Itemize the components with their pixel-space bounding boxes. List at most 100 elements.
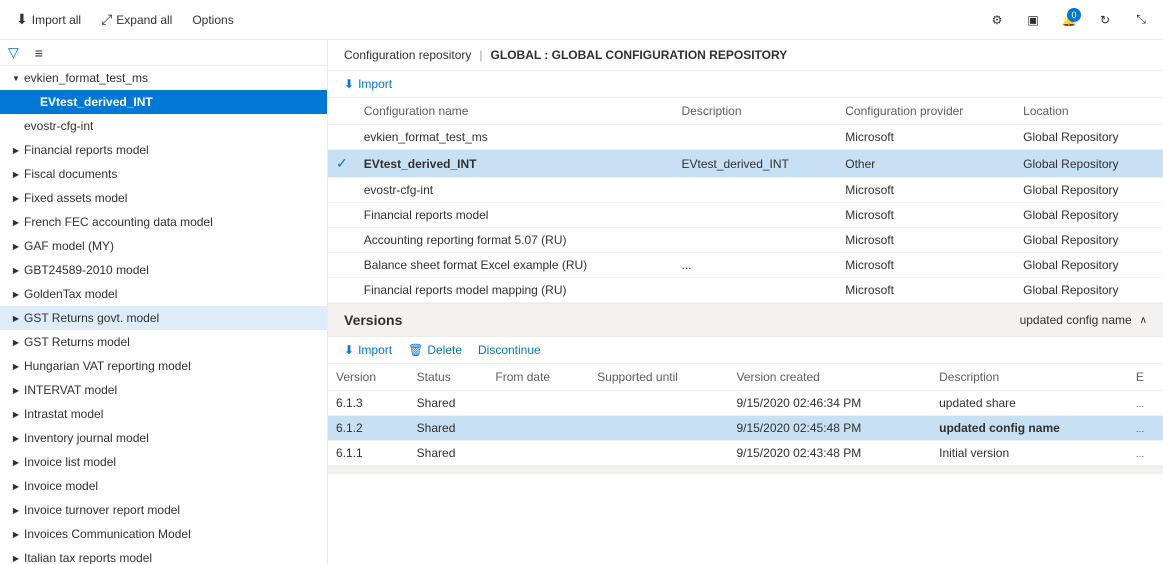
- import-arrow-icon: ⬇: [344, 77, 354, 91]
- sidebar-label-invoices-comm: Invoices Communication Model: [24, 527, 191, 541]
- sidebar-item-french-fec[interactable]: ▶ French FEC accounting data model: [0, 210, 327, 234]
- config-row-check: [328, 228, 356, 253]
- options-button[interactable]: Options: [184, 9, 241, 31]
- config-table-row[interactable]: Balance sheet format Excel example (RU) …: [328, 253, 1163, 278]
- checkmark-icon: ✓: [336, 155, 348, 171]
- sidebar-item-invoices-comm[interactable]: ▶ Invoices Communication Model: [0, 522, 327, 546]
- versions-discontinue-button[interactable]: Discontinue: [478, 343, 541, 357]
- filter-icon[interactable]: ▽: [8, 44, 19, 61]
- versions-delete-button[interactable]: 🗑 Delete: [408, 343, 462, 357]
- config-table-header: Configuration name Description Configura…: [328, 98, 1163, 125]
- sidebar-item-gst-govt[interactable]: ▶ GST Returns govt. model: [0, 306, 327, 330]
- menu-icon[interactable]: ≡: [35, 45, 43, 61]
- layout-icon[interactable]: ▣: [1019, 6, 1047, 34]
- sidebar-label-inventory-journal: Inventory journal model: [24, 431, 149, 445]
- version-table-row[interactable]: 6.1.2 Shared 9/15/2020 02:45:48 PM updat…: [328, 416, 1163, 441]
- breadcrumb: Configuration repository | GLOBAL : GLOB…: [328, 40, 1163, 71]
- sidebar-item-intrastat[interactable]: ▶ Intrastat model: [0, 402, 327, 426]
- notification-area: 🔔 0: [1055, 6, 1083, 34]
- version-row-version: 6.1.2: [328, 416, 409, 441]
- import-link[interactable]: ⬇ Import: [344, 77, 392, 91]
- refresh-icon[interactable]: ↻: [1091, 6, 1119, 34]
- sidebar-item-gbt[interactable]: ▶ GBT24589-2010 model: [0, 258, 327, 282]
- config-table-row[interactable]: evostr-cfg-int Microsoft Global Reposito…: [328, 178, 1163, 203]
- config-row-provider: Microsoft: [837, 178, 1015, 203]
- sidebar-label-gst-govt: GST Returns govt. model: [24, 311, 159, 325]
- toolbar-right: ⚙ ▣ 🔔 0 ↻ ⤡: [983, 6, 1155, 34]
- expander-invoice-list: ▶: [8, 454, 24, 470]
- expander-fiscal-docs: ▶: [8, 166, 24, 182]
- expand-all-label: Expand all: [116, 13, 172, 27]
- sidebar-item-intervat[interactable]: ▶ INTERVAT model: [0, 378, 327, 402]
- sidebar-item-gst-returns[interactable]: ▶ GST Returns model: [0, 330, 327, 354]
- vcol-extra: E: [1128, 364, 1163, 391]
- sidebar-item-hungarian-vat[interactable]: ▶ Hungarian VAT reporting model: [0, 354, 327, 378]
- expander-italian-tax: ▶: [8, 550, 24, 564]
- expander-financial-reports: ▶: [8, 142, 24, 158]
- sidebar-item-gaf[interactable]: ▶ GAF model (MY): [0, 234, 327, 258]
- config-row-check: [328, 178, 356, 203]
- sidebar-item-fiscal-docs[interactable]: ▶ Fiscal documents: [0, 162, 327, 186]
- vcol-supported-until: Supported until: [589, 364, 728, 391]
- breadcrumb-part2: GLOBAL : GLOBAL CONFIGURATION REPOSITORY: [491, 48, 788, 62]
- config-row-name: EVtest_derived_INT: [356, 150, 674, 178]
- sidebar-item-evostr[interactable]: evostr-cfg-int: [0, 114, 327, 138]
- sidebar-item-invoice[interactable]: ▶ Invoice model: [0, 474, 327, 498]
- config-table-row[interactable]: Financial reports model Microsoft Global…: [328, 203, 1163, 228]
- version-row-created: 9/15/2020 02:45:48 PM: [728, 416, 931, 441]
- import-all-icon: ⬇: [16, 11, 28, 28]
- version-row-extra: ...: [1128, 416, 1163, 441]
- sidebar-label-fixed-assets: Fixed assets model: [24, 191, 127, 205]
- config-row-provider: Microsoft: [837, 125, 1015, 150]
- sidebar: ▽ ≡ ▼ evkien_format_test_ms EVtest_deriv…: [0, 40, 328, 564]
- breadcrumb-part1: Configuration repository: [344, 48, 471, 62]
- sidebar-label-evkien: evkien_format_test_ms: [24, 71, 148, 85]
- version-row-status: Shared: [409, 391, 488, 416]
- versions-import-button[interactable]: ⬇ Import: [344, 343, 392, 357]
- config-row-description: EVtest_derived_INT: [673, 150, 837, 178]
- config-row-description: [673, 278, 837, 303]
- version-row-description: Initial version: [931, 441, 1128, 466]
- config-table-row[interactable]: Accounting reporting format 5.07 (RU) Mi…: [328, 228, 1163, 253]
- config-table-row[interactable]: evkien_format_test_ms Microsoft Global R…: [328, 125, 1163, 150]
- sidebar-item-goldentax[interactable]: ▶ GoldenTax model: [0, 282, 327, 306]
- versions-import-icon: ⬇: [344, 343, 354, 357]
- config-row-check: [328, 253, 356, 278]
- version-row-from-date: [487, 391, 589, 416]
- sidebar-item-evtest[interactable]: EVtest_derived_INT: [0, 90, 327, 114]
- sidebar-item-evkien[interactable]: ▼ evkien_format_test_ms: [0, 66, 327, 90]
- config-table-row[interactable]: ✓ EVtest_derived_INT EVtest_derived_INT …: [328, 150, 1163, 178]
- versions-chevron-icon[interactable]: ∧: [1140, 315, 1147, 326]
- versions-table-container: Version Status From date Supported until…: [328, 364, 1163, 466]
- expander-invoice: ▶: [8, 478, 24, 494]
- sidebar-label-evostr: evostr-cfg-int: [24, 119, 93, 133]
- version-row-extra: ...: [1128, 391, 1163, 416]
- sidebar-label-intrastat: Intrastat model: [24, 407, 103, 421]
- config-row-description: [673, 178, 837, 203]
- expand-all-button[interactable]: ⤢ Expand all: [93, 7, 180, 32]
- vcol-description: Description: [931, 364, 1128, 391]
- sidebar-item-inventory-journal[interactable]: ▶ Inventory journal model: [0, 426, 327, 450]
- config-row-location: Global Repository: [1015, 253, 1163, 278]
- sidebar-item-fixed-assets[interactable]: ▶ Fixed assets model: [0, 186, 327, 210]
- version-row-supported-until: [589, 441, 728, 466]
- config-table-row[interactable]: Financial reports model mapping (RU) Mic…: [328, 278, 1163, 303]
- expander-invoice-turnover: ▶: [8, 502, 24, 518]
- sidebar-item-italian-tax[interactable]: ▶ Italian tax reports model: [0, 546, 327, 564]
- sidebar-label-french-fec: French FEC accounting data model: [24, 215, 213, 229]
- sidebar-label-gbt: GBT24589-2010 model: [24, 263, 149, 277]
- sidebar-item-financial-reports[interactable]: ▶ Financial reports model: [0, 138, 327, 162]
- settings-icon[interactable]: ⚙: [983, 6, 1011, 34]
- import-all-button[interactable]: ⬇ Import all: [8, 7, 89, 32]
- maximize-icon[interactable]: ⤡: [1127, 6, 1155, 34]
- versions-meta-label: updated config name: [1020, 313, 1132, 327]
- version-table-row[interactable]: 6.1.3 Shared 9/15/2020 02:46:34 PM updat…: [328, 391, 1163, 416]
- sidebar-header: ▽ ≡: [0, 40, 327, 66]
- version-row-description: updated share: [931, 391, 1128, 416]
- version-row-created: 9/15/2020 02:46:34 PM: [728, 391, 931, 416]
- expander-invoices-comm: ▶: [8, 526, 24, 542]
- sidebar-item-invoice-list[interactable]: ▶ Invoice list model: [0, 450, 327, 474]
- version-table-row[interactable]: 6.1.1 Shared 9/15/2020 02:43:48 PM Initi…: [328, 441, 1163, 466]
- sidebar-item-invoice-turnover[interactable]: ▶ Invoice turnover report model: [0, 498, 327, 522]
- vcol-created: Version created: [728, 364, 931, 391]
